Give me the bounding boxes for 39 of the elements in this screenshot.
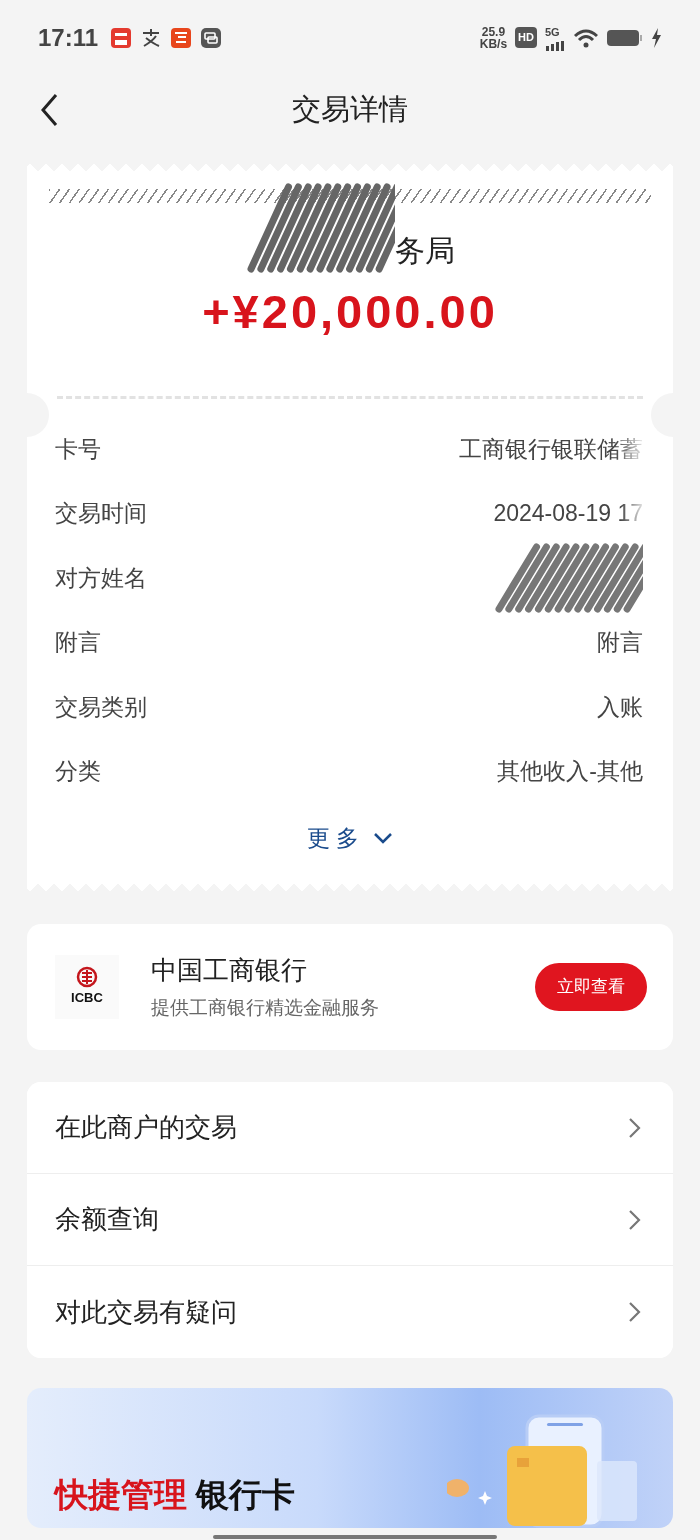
merchant-name: 务局 bbox=[395, 233, 455, 269]
status-time: 17:11 bbox=[38, 22, 99, 53]
back-icon[interactable] bbox=[40, 93, 60, 127]
bank-emblem-icon bbox=[76, 966, 98, 989]
detail-label: 卡号 bbox=[55, 434, 101, 464]
bank-name: 中国工商银行 bbox=[151, 954, 308, 988]
detail-value: 工商银行银联储蓄 bbox=[459, 434, 643, 464]
detail-value: 入账 bbox=[597, 692, 643, 722]
detail-label: 分类 bbox=[55, 757, 101, 786]
battery-icon bbox=[607, 28, 643, 47]
screen-mirror-icon bbox=[200, 26, 223, 49]
network-speed-unit: KB/s bbox=[479, 37, 508, 50]
chevron-right-icon bbox=[628, 1116, 641, 1139]
hd-badge: HD bbox=[515, 27, 537, 48]
view-now-button[interactable]: 立即查看 bbox=[535, 963, 647, 1011]
bank-description: 提供工商银行精选金融服务 bbox=[151, 996, 380, 1021]
transaction-amount: +¥20,000.00 bbox=[202, 284, 498, 340]
detail-value: 其他收入-其他 bbox=[497, 757, 643, 786]
chevron-right-icon bbox=[628, 1301, 641, 1323]
chevron-down-icon bbox=[373, 830, 393, 845]
bank-logo-text: ICBC bbox=[71, 989, 103, 1008]
detail-label: 附言 bbox=[55, 628, 101, 657]
network-type: 5G bbox=[545, 25, 561, 41]
detail-value: 附言 bbox=[597, 628, 643, 657]
signal-icon bbox=[545, 40, 565, 51]
app-icon bbox=[110, 26, 133, 49]
promo-banner[interactable]: 快捷管理 银行卡 bbox=[27, 1388, 673, 1528]
chevron-right-icon bbox=[628, 1208, 641, 1231]
detail-label: 对方姓名 bbox=[55, 563, 147, 593]
detail-label: 交易时间 bbox=[55, 499, 147, 528]
network-speed: 25.9 bbox=[480, 25, 507, 38]
banner-title: 快捷管理 银行卡 bbox=[55, 1475, 296, 1515]
page-title: 交易详情 bbox=[292, 92, 408, 128]
charging-icon bbox=[651, 27, 662, 48]
detail-label: 交易类别 bbox=[55, 692, 147, 722]
detail-value: 2024-08-19 17 bbox=[493, 499, 643, 528]
shopping-app-icon bbox=[170, 26, 193, 49]
wifi-icon bbox=[573, 27, 599, 48]
more-link[interactable]: 更多 bbox=[301, 819, 399, 856]
